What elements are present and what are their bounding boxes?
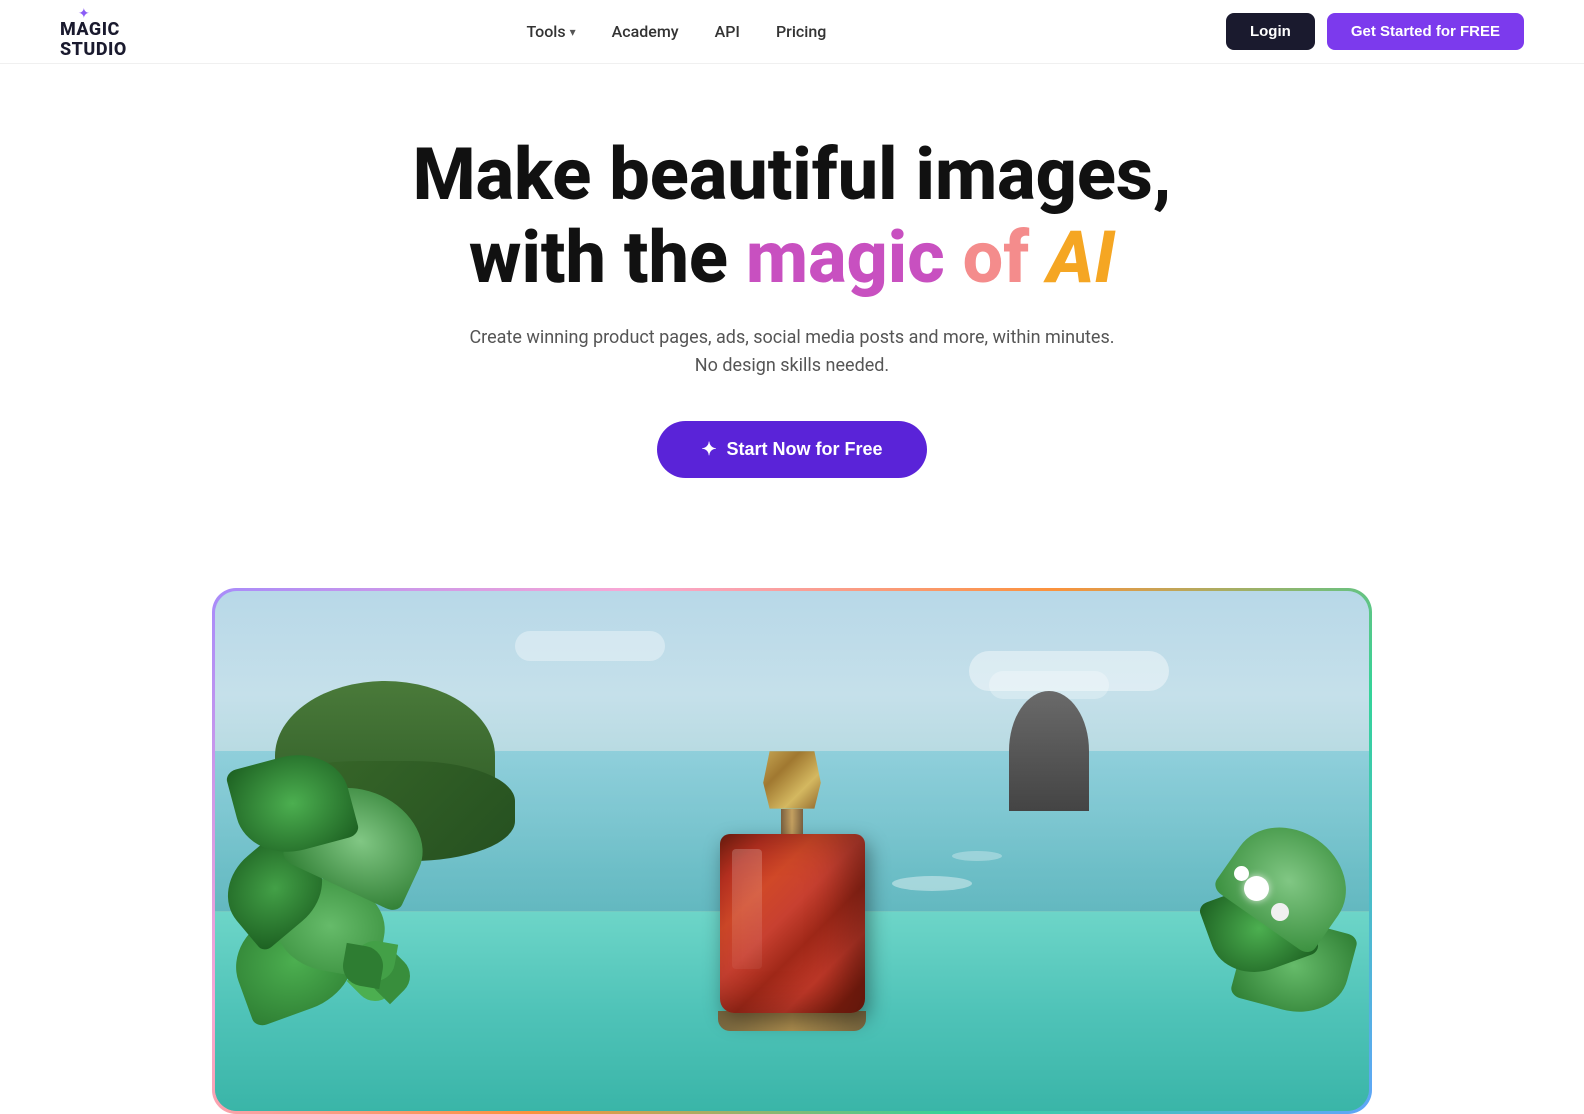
navbar: ✦ MAGIC STUDIO Tools ▾ Academy API Prici… [0,0,1584,64]
logo[interactable]: ✦ MAGIC STUDIO [60,4,127,60]
sparkle-icon: ✦ [701,439,716,460]
bottle-body [720,834,865,1014]
bottle-highlight [732,849,762,969]
bottle-neck [781,809,803,834]
product-showcase [0,588,1584,1114]
bottle-cap [760,751,824,808]
logo-mark: ✦ MAGIC STUDIO [60,4,127,60]
nav-actions: Login Get Started for FREE [1226,13,1524,50]
nav-link-academy[interactable]: Academy [612,22,679,41]
nav-link-api[interactable]: API [715,22,740,41]
nav-item-academy[interactable]: Academy [612,22,679,41]
nav-link-tools[interactable]: Tools ▾ [526,22,575,41]
nav-item-tools[interactable]: Tools ▾ [526,22,575,41]
bottle-base [718,1011,866,1031]
foliage-right [1069,771,1369,1071]
foliage-left [215,671,555,1051]
hero-title: Make beautiful images, with the magic of… [413,134,1172,300]
nav-item-pricing[interactable]: Pricing [776,22,826,41]
start-now-button[interactable]: ✦ Start Now for Free [657,421,926,478]
cloud-3 [515,631,665,661]
start-now-label: Start Now for Free [727,439,883,460]
chevron-down-icon: ▾ [570,25,576,39]
shimmer-1 [892,876,972,891]
image-frame [212,588,1372,1114]
get-started-button[interactable]: Get Started for FREE [1327,13,1524,50]
shimmer-2 [952,851,1002,861]
nav-link-pricing[interactable]: Pricing [776,22,826,41]
hero-subtitle: Create winning product pages, ads, socia… [469,324,1114,382]
logo-text: MAGIC STUDIO [60,20,127,60]
nav-item-api[interactable]: API [715,22,740,41]
nav-links: Tools ▾ Academy API Pricing [526,22,826,41]
product-image [215,591,1369,1111]
perfume-bottle [712,751,872,1031]
logo-star-icon: ✦ [78,6,90,22]
hero-section: Make beautiful images, with the magic of… [0,64,1584,588]
login-button[interactable]: Login [1226,13,1315,50]
